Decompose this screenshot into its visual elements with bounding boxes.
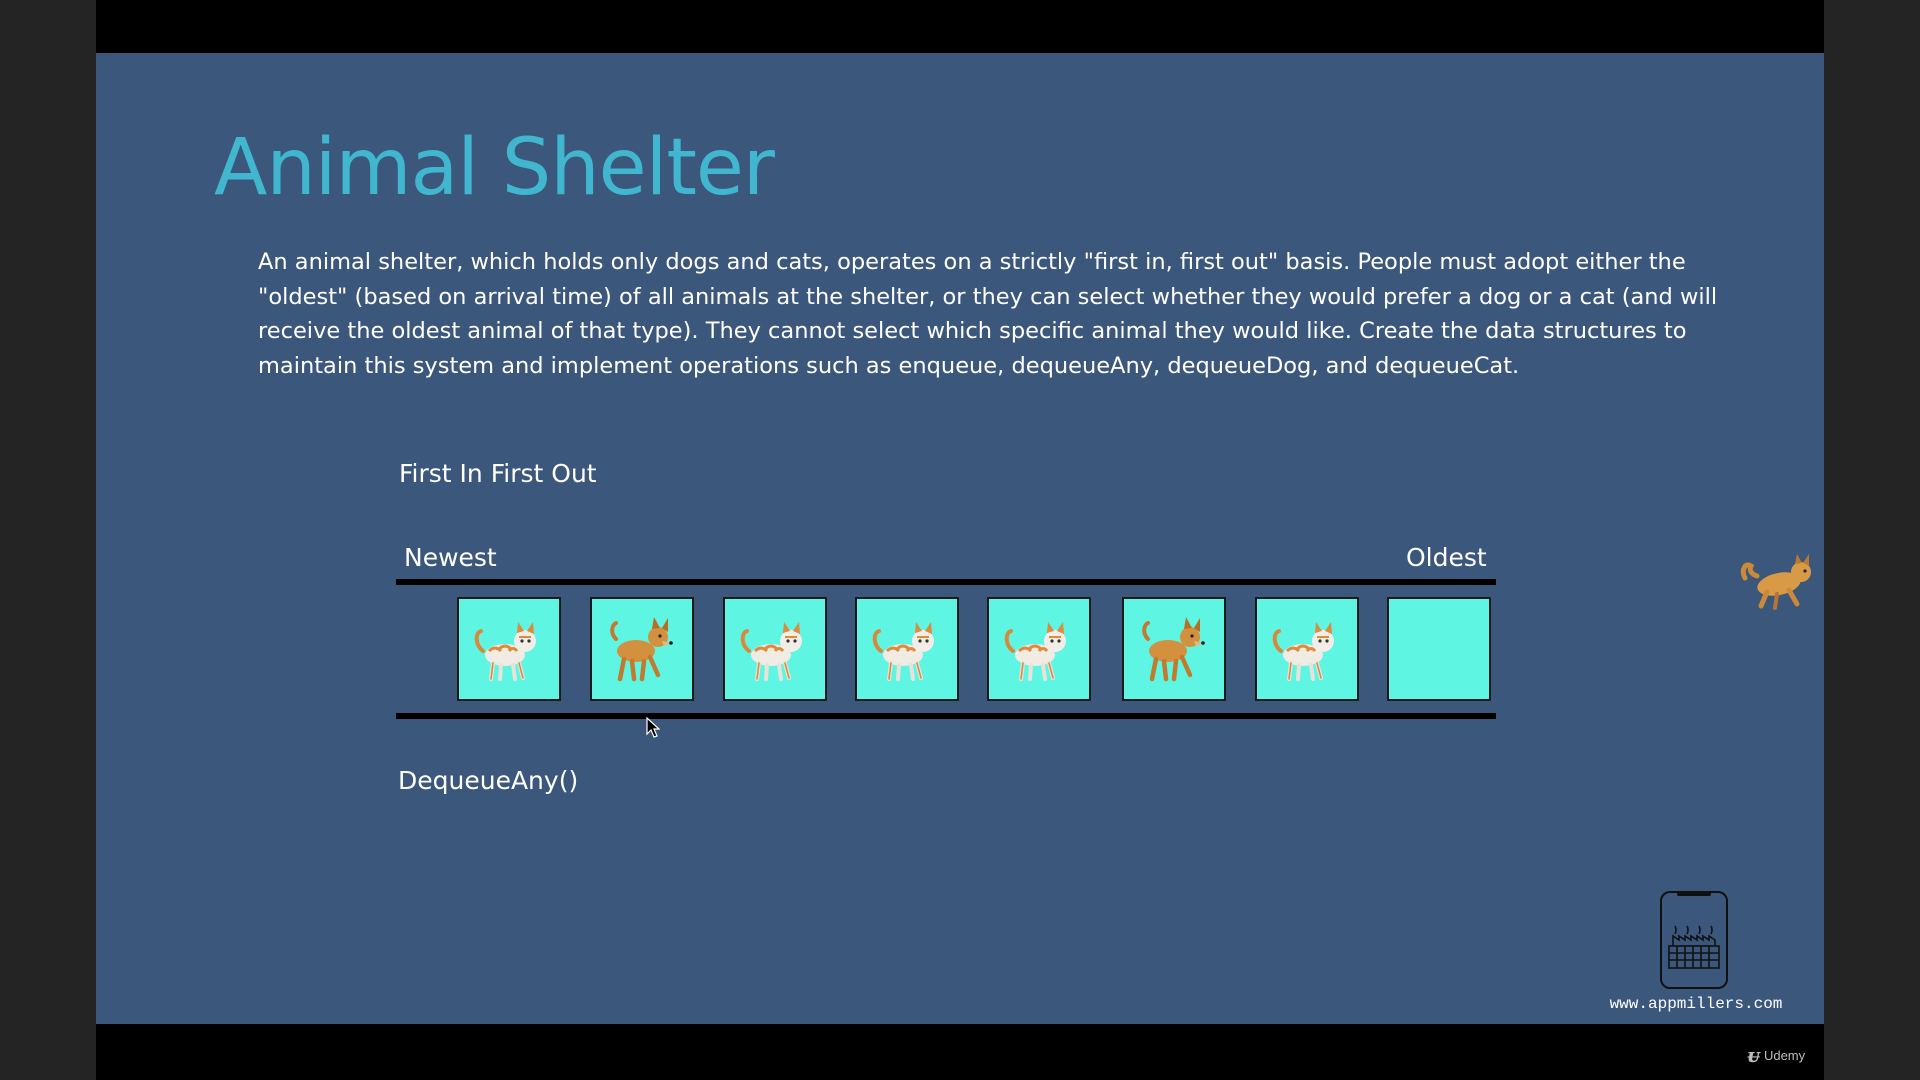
udemy-mark-icon: ᵾ bbox=[1747, 1043, 1760, 1067]
slide: Animal Shelter An animal shelter, which … bbox=[96, 53, 1824, 1024]
queue-rail-top bbox=[396, 579, 1496, 585]
appmillers-logo-icon bbox=[1660, 891, 1728, 989]
queue-slot bbox=[1122, 597, 1226, 701]
mouse-cursor-icon bbox=[646, 717, 660, 738]
animal-queue bbox=[457, 597, 1491, 701]
cat-icon bbox=[872, 622, 934, 681]
letterbox-left bbox=[0, 0, 96, 1080]
problem-description: An animal shelter, which holds only dogs… bbox=[258, 249, 1718, 379]
slide-title: Animal Shelter bbox=[214, 123, 775, 213]
queue-slot bbox=[723, 597, 827, 701]
cat-icon bbox=[1004, 622, 1066, 681]
udemy-logo: ᵾ Udemy bbox=[1747, 1043, 1805, 1067]
queue-slot bbox=[590, 597, 694, 701]
oldest-label: Oldest bbox=[1406, 543, 1487, 572]
cat-icon bbox=[474, 622, 536, 681]
dog-icon bbox=[1142, 617, 1205, 682]
queue-slot bbox=[987, 597, 1091, 701]
cat-icon bbox=[1272, 622, 1334, 681]
queue-rail-bottom bbox=[396, 713, 1496, 719]
newest-label: Newest bbox=[404, 543, 497, 572]
letterbox-top bbox=[96, 0, 1824, 53]
leaving-cat-icon bbox=[1740, 554, 1811, 610]
queue-slot bbox=[1255, 597, 1359, 701]
cat-icon bbox=[740, 622, 802, 681]
fifo-label: First In First Out bbox=[399, 459, 597, 488]
letterbox-bottom bbox=[96, 1024, 1824, 1080]
udemy-brand: Udemy bbox=[1763, 1047, 1806, 1063]
letterbox-right bbox=[1824, 0, 1920, 1080]
dequeue-any-label: DequeueAny() bbox=[398, 766, 579, 795]
queue-slot bbox=[855, 597, 959, 701]
dog-icon bbox=[610, 617, 673, 682]
site-url[interactable]: www.appmillers.com bbox=[1596, 995, 1796, 1013]
queue-slot bbox=[1387, 597, 1491, 701]
queue-slot bbox=[457, 597, 561, 701]
